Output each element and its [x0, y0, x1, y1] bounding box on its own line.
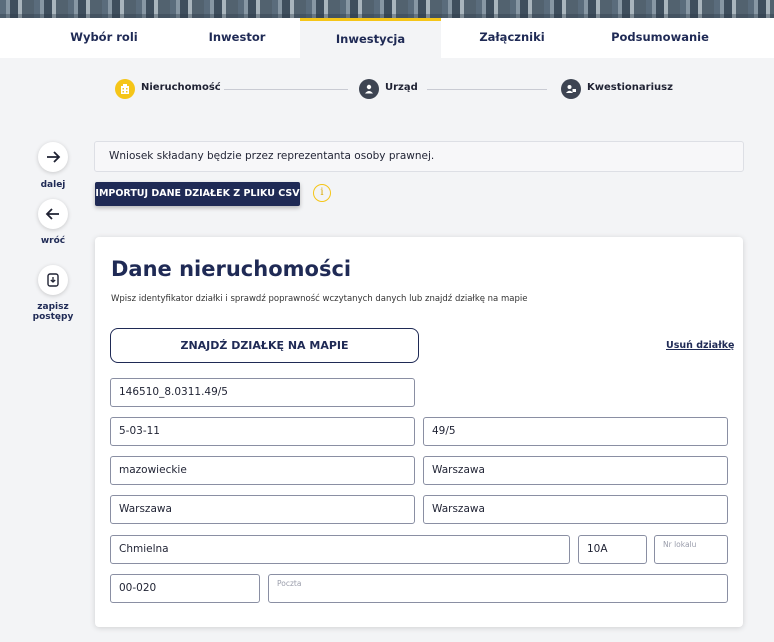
parcel-number-input[interactable]: 49/5	[423, 417, 728, 446]
remove-parcel-link[interactable]: Usuń działkę	[666, 340, 735, 351]
info-icon[interactable]: i	[313, 184, 331, 202]
step-questionnaire-label[interactable]: Kwestionariusz	[587, 82, 673, 93]
property-data-card: Dane nieruchomości Wpisz identyfikator d…	[95, 237, 743, 627]
import-csv-button[interactable]: IMPORTUJ DANE DZIAŁEK Z PLIKU CSV	[95, 182, 300, 206]
voivodeship-input[interactable]: mazowieckie	[110, 456, 415, 485]
card-subtitle: Wpisz identyfikator działki i sprawdź po…	[111, 294, 528, 304]
tab-attachments[interactable]: Załączniki	[453, 18, 571, 58]
step-property-label[interactable]: Nieruchomość	[141, 82, 221, 93]
back-label: wróć	[40, 236, 66, 246]
arrow-right-icon	[47, 151, 61, 163]
postal-code-input[interactable]: 00-020	[110, 574, 260, 603]
back-button[interactable]	[38, 199, 68, 229]
arrow-left-icon	[45, 208, 59, 220]
city-input[interactable]: Warszawa	[423, 495, 728, 524]
building-number-input[interactable]: 10A	[578, 535, 647, 564]
step-connector	[427, 89, 547, 90]
save-progress-button[interactable]	[38, 265, 68, 295]
post-office-input[interactable]: Poczta	[268, 574, 728, 603]
parcel-id-input[interactable]: 146510_8.0311.49/5	[110, 378, 415, 407]
step-connector	[224, 89, 348, 90]
tab-investment[interactable]: Inwestycja	[300, 18, 441, 58]
tab-role[interactable]: Wybór roli	[45, 18, 163, 58]
tab-summary[interactable]: Podsumowanie	[585, 18, 735, 58]
sub-stepper: Nieruchomość Urząd Kwestionariusz	[0, 76, 774, 102]
step-office-label[interactable]: Urząd	[385, 82, 418, 93]
save-progress-label: zapisz postępy	[32, 302, 74, 322]
main-tabs: Wybór roli Inwestor Inwestycja Załącznik…	[0, 18, 774, 58]
building-icon[interactable]	[115, 79, 135, 99]
header-banner-image	[0, 0, 774, 18]
commune-input[interactable]: Warszawa	[110, 495, 415, 524]
next-label: dalej	[40, 180, 66, 190]
street-input[interactable]: Chmielna	[110, 535, 570, 564]
questionnaire-icon[interactable]	[561, 79, 581, 99]
tab-investor[interactable]: Inwestor	[178, 18, 296, 58]
precinct-input[interactable]: 5-03-11	[110, 417, 415, 446]
save-icon	[47, 273, 59, 287]
representative-notice: Wniosek składany będzie przez reprezenta…	[94, 141, 744, 172]
county-input[interactable]: Warszawa	[423, 456, 728, 485]
apartment-number-input[interactable]: Nr lokalu	[654, 535, 728, 564]
find-on-map-button[interactable]: ZNAJDŹ DZIAŁKĘ NA MAPIE	[110, 328, 419, 363]
card-title: Dane nieruchomości	[111, 257, 352, 281]
next-button[interactable]	[38, 142, 68, 172]
office-icon[interactable]	[359, 79, 379, 99]
